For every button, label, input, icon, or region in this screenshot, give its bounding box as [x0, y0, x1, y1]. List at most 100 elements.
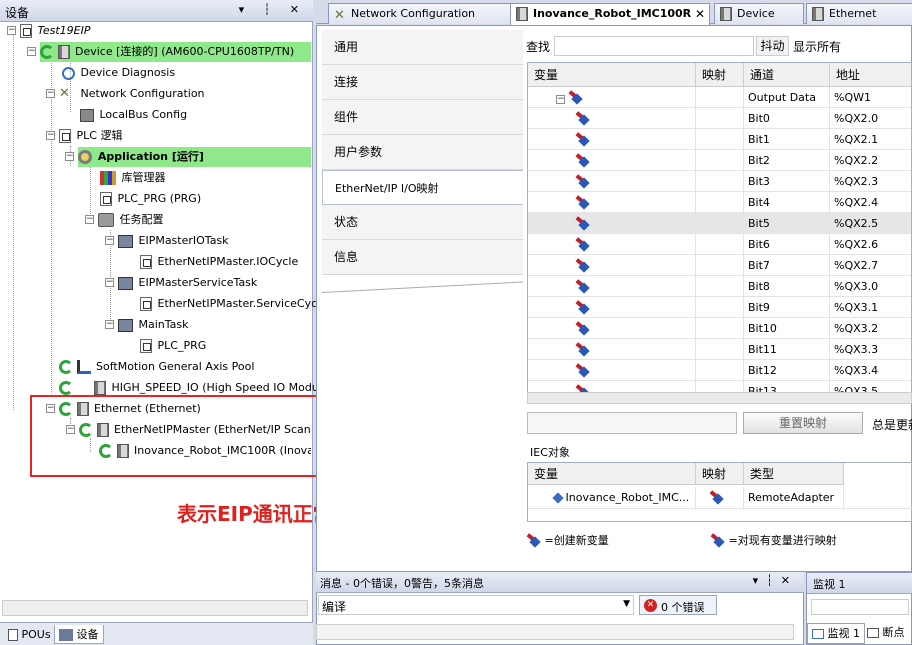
tree-node-device[interactable]: Device [连接的] (AM600-CPU1608TP/TN) — [40, 42, 311, 62]
mapping-row[interactable]: Bit8 %QX3.0 — [528, 276, 911, 297]
mapping-row[interactable]: Bit6 %QX2.6 — [528, 234, 911, 255]
channel-pin-icon — [576, 134, 590, 146]
tree-node-softmotion-pool[interactable]: SoftMotion General Axis Pool — [59, 357, 256, 377]
channel-pin-icon — [576, 302, 590, 314]
mapping-row[interactable]: Bit7 %QX2.7 — [528, 255, 911, 276]
mapping-cell[interactable] — [696, 255, 744, 276]
tree-node-task-configuration[interactable]: 任务配置 — [98, 210, 166, 230]
create-new-variable-icon — [527, 535, 541, 547]
mapping-row[interactable]: Bit5 %QX2.5 — [528, 213, 911, 234]
iec-column-variable[interactable]: 变量 — [528, 463, 696, 485]
channel-cell: Bit6 — [744, 234, 830, 255]
tree-node-project[interactable]: Test19EIP — [20, 21, 93, 41]
tab-network-configuration[interactable]: ✕ Network Configuration — [328, 3, 514, 24]
watch-panel: 监视 1 监视 1 断点 — [806, 572, 912, 645]
messages-list[interactable] — [316, 624, 794, 640]
mapping-row[interactable]: Bit4 %QX2.4 — [528, 192, 911, 213]
tree-node-localbus-config[interactable]: LocalBus Config — [80, 105, 189, 125]
tree-horizontal-scrollbar[interactable] — [2, 600, 308, 616]
iec-object-row[interactable]: Inovance_Robot_IMC... RemoteAdapter — [528, 487, 912, 509]
tab-device[interactable]: Device — [714, 3, 804, 24]
address-cell: %QX2.5 — [830, 213, 911, 234]
panel-controls[interactable]: ▾ ┆ ✕ — [239, 3, 307, 16]
side-tab-general[interactable]: 通用 — [322, 30, 523, 65]
tab-pous[interactable]: POUs — [4, 625, 55, 644]
mapping-cell[interactable] — [696, 87, 744, 108]
tab-ethernet[interactable]: Ethernet — [806, 3, 912, 24]
mapping-horizontal-scrollbar[interactable] — [527, 392, 912, 404]
call-icon — [140, 297, 152, 311]
mapping-cell[interactable] — [696, 276, 744, 297]
mapping-cell[interactable] — [696, 129, 744, 150]
mapping-row[interactable]: Bit1 %QX2.1 — [528, 129, 911, 150]
watch-list[interactable] — [811, 599, 909, 615]
message-filter-dropdown[interactable]: 编译 ▼ — [318, 595, 634, 615]
mapping-cell[interactable] — [696, 234, 744, 255]
iec-column-mapping[interactable]: 映射 — [696, 463, 744, 485]
tree-node-eip-master-service-task[interactable]: EIPMasterServiceTask — [118, 273, 259, 293]
mapping-cell[interactable] — [696, 171, 744, 192]
mapping-row[interactable]: Bit12 %QX3.4 — [528, 360, 911, 381]
tree-node-maintask-plc-prg[interactable]: PLC_PRG — [140, 336, 208, 356]
iec-column-type[interactable]: 类型 — [744, 463, 844, 485]
iec-objects-title: IEC对象 — [530, 446, 570, 459]
mapping-row[interactable]: − Output Data %QW1 — [528, 87, 911, 108]
filter-dropdown[interactable]: 抖动 — [756, 36, 789, 56]
mapping-cell[interactable] — [696, 150, 744, 171]
tree-node-library-manager[interactable]: 库管理器 — [100, 168, 168, 188]
channel-pin-icon — [576, 113, 590, 125]
column-header-variable[interactable]: 变量 — [528, 63, 696, 87]
tab-devices[interactable]: 设备 — [54, 625, 104, 644]
tree-node-network-configuration[interactable]: ✕ Network Configuration — [59, 84, 207, 104]
tab-breakpoints[interactable]: 断点 — [867, 623, 912, 644]
mapping-row[interactable]: Bit10 %QX3.2 — [528, 318, 911, 339]
mapping-cell[interactable] — [696, 339, 744, 360]
column-header-address[interactable]: 地址 — [830, 63, 911, 87]
mapping-row[interactable]: Bit11 %QX3.3 — [528, 339, 911, 360]
tree-node-iocycle[interactable]: EtherNetIPMaster.IOCycle — [140, 252, 300, 272]
tree-node-servicecycle[interactable]: EtherNetIPMaster.ServiceCycle — [140, 294, 329, 314]
tree-node-plc-prg[interactable]: PLC_PRG (PRG) — [100, 189, 203, 209]
address-cell: %QX2.0 — [830, 108, 911, 129]
address-cell: %QX2.3 — [830, 171, 911, 192]
tree-node-plc-logic[interactable]: PLC 逻辑 — [59, 126, 124, 146]
column-header-channel[interactable]: 通道 — [744, 63, 830, 87]
tab-inovance-robot[interactable]: Inovance_Robot_IMC100R ✕ — [510, 3, 710, 25]
mapping-cell[interactable] — [696, 297, 744, 318]
tree-node-application[interactable]: Application [运行] — [78, 147, 311, 167]
tab-watch-1[interactable]: 监视 1 — [807, 623, 865, 644]
tree-node-maintask[interactable]: MainTask — [118, 315, 191, 335]
close-icon[interactable]: ✕ — [695, 4, 705, 24]
panel-controls[interactable]: ▾┆✕ — [753, 574, 798, 587]
channel-cell: Bit9 — [744, 297, 830, 318]
running-status-icon — [40, 45, 54, 59]
always-update-label[interactable]: 总是更新 — [872, 416, 912, 433]
mapping-row[interactable]: Bit9 %QX3.1 — [528, 297, 911, 318]
show-all-option[interactable]: 显示所有 — [793, 38, 841, 55]
mapping-cell[interactable] — [696, 318, 744, 339]
reset-mapping-button[interactable]: 重置映射 — [743, 412, 863, 434]
mapping-row[interactable]: Bit2 %QX2.2 — [528, 150, 911, 171]
side-tab-connection[interactable]: 连接 — [322, 65, 523, 100]
find-input[interactable] — [554, 36, 754, 56]
mapping-row[interactable]: Bit0 %QX2.0 — [528, 108, 911, 129]
errors-filter-button[interactable]: ✕ 0 个错误 — [639, 595, 717, 615]
column-header-mapping[interactable]: 映射 — [696, 63, 744, 87]
side-tab-user-parameters[interactable]: 用户参数 — [322, 135, 523, 170]
side-tab-information[interactable]: 信息 — [322, 240, 523, 275]
side-tab-status[interactable]: 状态 — [322, 205, 523, 240]
mapping-cell[interactable] — [696, 360, 744, 381]
channel-cell: Bit5 — [744, 213, 830, 234]
collapse-icon[interactable]: − — [556, 95, 565, 104]
side-tab-io-mapping[interactable]: EtherNet/IP I/O映射 — [322, 170, 523, 205]
pous-icon — [8, 629, 18, 641]
device-editor-side-tabs: 通用 连接 组件 用户参数 EtherNet/IP I/O映射 状态 信息 — [322, 30, 523, 292]
tree-node-device-diagnosis[interactable]: Device Diagnosis — [62, 63, 177, 83]
side-tab-component[interactable]: 组件 — [322, 100, 523, 135]
mapping-cell[interactable] — [696, 108, 744, 129]
iec-objects-table: 变量 映射 类型 Inovance_Robot_IMC... RemoteAda… — [527, 462, 912, 522]
mapping-cell[interactable] — [696, 213, 744, 234]
mapping-row[interactable]: Bit3 %QX2.3 — [528, 171, 911, 192]
mapping-cell[interactable] — [696, 192, 744, 213]
tree-node-eip-master-io-task[interactable]: EIPMasterIOTask — [118, 231, 231, 251]
